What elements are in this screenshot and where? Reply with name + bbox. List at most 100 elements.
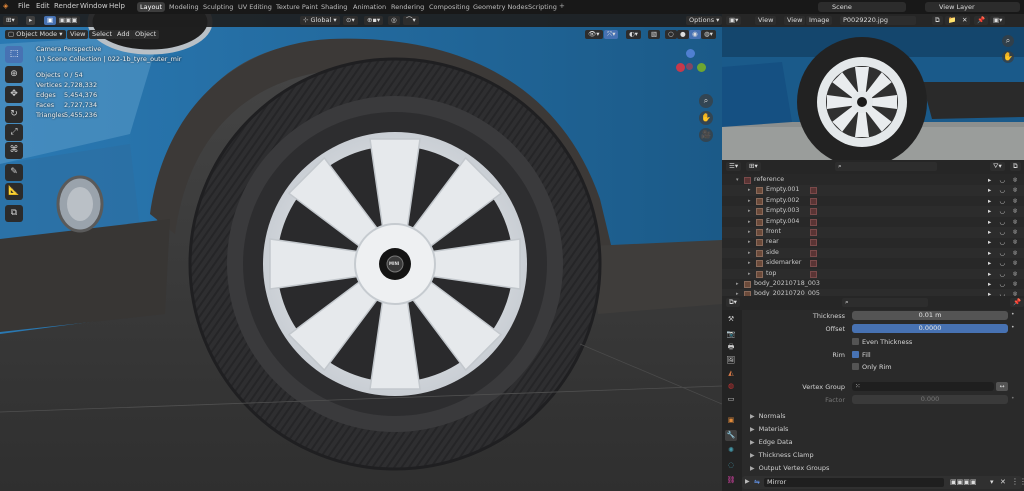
panel-output-vertex-groups[interactable]: ▶ Output Vertex Groups bbox=[750, 464, 829, 472]
scale-tool-icon[interactable]: ⤢ bbox=[5, 124, 23, 141]
editor-type-icon[interactable]: ⊞▾ bbox=[3, 16, 18, 25]
disclosure-arrow-icon[interactable]: ▸ bbox=[748, 217, 751, 228]
visibility-icon[interactable]: 👁▾ bbox=[585, 30, 603, 39]
visibility-toggles-icon[interactable]: ▸ ◡ ⌾ bbox=[988, 196, 1020, 207]
image-menu-view[interactable]: View bbox=[784, 16, 806, 25]
add-workspace-icon[interactable]: + bbox=[559, 2, 565, 10]
outliner-row[interactable]: ▸ body_20210720_005 ▸ ◡ ⌾ bbox=[722, 289, 1024, 296]
annotate-tool-icon[interactable]: ✎ bbox=[5, 164, 23, 181]
constraint-icon[interactable] bbox=[810, 239, 817, 247]
menu-select[interactable]: Select bbox=[89, 30, 116, 39]
outliner-row[interactable]: ▸ Empty.003 ▸ ◡ ⌾ bbox=[722, 206, 1024, 217]
zoom-icon[interactable]: ⌕ bbox=[699, 94, 713, 108]
outliner-row[interactable]: ▸ front ▸ ◡ ⌾ bbox=[722, 227, 1024, 238]
physics-tab-icon[interactable]: ◌ bbox=[725, 460, 737, 471]
vertex-group-field[interactable]: ⁙ bbox=[852, 382, 994, 391]
disclosure-arrow-icon[interactable]: ▸ bbox=[748, 227, 751, 238]
visibility-toggles-icon[interactable]: ▸ ◡ ⌾ bbox=[988, 258, 1020, 269]
keyframe-dot-icon[interactable]: • bbox=[1011, 311, 1015, 318]
image-view-dropdown[interactable]: View bbox=[755, 16, 777, 25]
visibility-toggles-icon[interactable]: ▸ ◡ ⌾ bbox=[988, 237, 1020, 248]
modifier-delete-icon[interactable]: ✕ bbox=[1000, 478, 1006, 486]
orientation-dropdown[interactable]: ⊹ Global ▾ bbox=[300, 16, 340, 25]
particles-tab-icon[interactable]: ✺ bbox=[725, 445, 737, 456]
tab-shading[interactable]: Shading bbox=[318, 2, 350, 12]
image-zoom-icon[interactable]: ⌕ bbox=[1002, 35, 1014, 47]
panel-thickness-clamp[interactable]: ▶ Thickness Clamp bbox=[750, 451, 814, 459]
view-layer-selector[interactable]: View Layer bbox=[925, 2, 1020, 12]
invert-vertex-group-button[interactable]: ↔ bbox=[996, 382, 1008, 391]
constraint-icon[interactable] bbox=[810, 197, 817, 205]
visibility-toggles-icon[interactable]: ▸ ◡ ⌾ bbox=[988, 279, 1020, 290]
collection-tab-icon[interactable]: ▭ bbox=[725, 394, 737, 405]
overlay-toggle-icon[interactable]: ◐▾ bbox=[626, 30, 641, 39]
view-layer-tab-icon[interactable]: 🖼 bbox=[725, 355, 737, 366]
options-dropdown[interactable]: Options ▾ bbox=[686, 16, 723, 25]
factor-field[interactable]: 0.000 bbox=[852, 395, 1008, 404]
properties-search-input[interactable]: ⌕ bbox=[842, 298, 928, 307]
constraint-icon[interactable] bbox=[810, 218, 817, 226]
constraint-icon[interactable] bbox=[810, 229, 817, 236]
outliner-editor-type-icon[interactable]: ☰▾ bbox=[726, 162, 742, 171]
outliner-display-mode-icon[interactable]: ⊞▾ bbox=[746, 162, 761, 171]
constraint-icon[interactable] bbox=[810, 249, 817, 257]
select-box-tool-icon[interactable]: ⬚ bbox=[5, 46, 23, 63]
panel-edge-data[interactable]: ▶ Edge Data bbox=[750, 438, 793, 446]
select-mode-icon[interactable]: ▣ bbox=[44, 16, 57, 25]
disclosure-arrow-icon[interactable]: ▸ bbox=[736, 289, 739, 296]
outliner-row[interactable]: ▸ Empty.004 ▸ ◡ ⌾ bbox=[722, 217, 1024, 228]
move-tool-icon[interactable]: ✥ bbox=[5, 86, 23, 103]
modifier-display-toggles[interactable]: ▣▣▣▣ bbox=[950, 478, 976, 486]
tab-scripting[interactable]: Scripting bbox=[525, 2, 560, 12]
pan-hand-icon[interactable]: ✋ bbox=[699, 111, 713, 125]
tool-tab-icon[interactable]: ⚒ bbox=[725, 314, 737, 325]
xray-toggle-icon[interactable]: ▧ bbox=[648, 30, 661, 39]
outliner-search-input[interactable]: ⌕ bbox=[835, 162, 937, 171]
pivot-dropdown[interactable]: ⊙▾ bbox=[343, 16, 358, 25]
tab-compositing[interactable]: Compositing bbox=[426, 2, 473, 12]
select-tool-icon[interactable]: ▸ bbox=[26, 16, 36, 25]
disclosure-arrow-icon[interactable]: ▸ bbox=[748, 206, 751, 217]
mode-dropdown[interactable]: ▢ Object Mode ▾ bbox=[5, 30, 66, 39]
visibility-toggles-icon[interactable]: ▸ ◡ ⌾ bbox=[988, 289, 1020, 296]
menu-add[interactable]: Add bbox=[114, 30, 133, 39]
offset-slider[interactable]: 0.0000 bbox=[852, 324, 1008, 333]
scene-tab-icon[interactable]: ◭ bbox=[725, 368, 737, 379]
shading-solid-icon[interactable]: ● bbox=[677, 30, 689, 39]
disclosure-arrow-icon[interactable]: ▸ bbox=[748, 185, 751, 196]
image-new-icon[interactable]: ⧉ bbox=[932, 16, 943, 25]
tab-rendering[interactable]: Rendering bbox=[388, 2, 427, 12]
properties-editor-type-icon[interactable]: ⧉▾ bbox=[726, 298, 740, 307]
image-slot-icon[interactable]: ▣▾ bbox=[990, 16, 1006, 25]
only-rim-checkbox[interactable] bbox=[852, 363, 859, 370]
shading-wire-icon[interactable]: ○ bbox=[665, 30, 677, 39]
keyframe-dot-icon[interactable]: • bbox=[1011, 395, 1015, 402]
menu-object[interactable]: Object bbox=[132, 30, 160, 39]
scene-selector[interactable]: Scene bbox=[818, 2, 906, 12]
rotate-tool-icon[interactable]: ↻ bbox=[5, 106, 23, 123]
even-thickness-checkbox[interactable] bbox=[852, 338, 859, 345]
gizmo-y-axis-icon[interactable] bbox=[697, 63, 706, 72]
render-tab-icon[interactable]: 📷 bbox=[725, 329, 737, 340]
proportional-edit-toggle[interactable]: ◎ bbox=[388, 16, 400, 25]
image-editor-type-icon[interactable]: ▣▾ bbox=[726, 16, 742, 25]
3d-viewport[interactable] bbox=[0, 14, 722, 491]
image-pan-icon[interactable]: ✋ bbox=[1002, 51, 1014, 63]
constraint-icon[interactable] bbox=[810, 270, 817, 278]
new-collection-icon[interactable]: ⧉ bbox=[1010, 162, 1021, 171]
outliner-row[interactable]: ▸ Empty.002 ▸ ◡ ⌾ bbox=[722, 196, 1024, 207]
thickness-field[interactable]: 0.01 m bbox=[852, 311, 1008, 320]
constraint-icon[interactable] bbox=[810, 208, 817, 216]
constraint-icon[interactable] bbox=[810, 260, 817, 268]
visibility-toggles-icon[interactable]: ▸ ◡ ⌾ bbox=[988, 206, 1020, 217]
shading-material-icon[interactable]: ◉ bbox=[689, 30, 701, 39]
blender-logo-icon[interactable]: ◈ bbox=[3, 2, 8, 10]
image-pin-icon[interactable]: 📌 bbox=[974, 16, 989, 25]
tab-uv-editing[interactable]: UV Editing bbox=[235, 2, 275, 12]
tab-animation[interactable]: Animation bbox=[350, 2, 389, 12]
modifier-mirror-header[interactable]: ▶ ⇋ Mirror ▣▣▣▣ ▾ ✕ ⋮⋮ bbox=[742, 476, 1024, 489]
keyframe-dot-icon[interactable]: • bbox=[1011, 324, 1015, 331]
outliner-filter-icon[interactable]: ⛛▾ bbox=[990, 162, 1005, 171]
outliner-row[interactable]: ▾ reference ▸ ◡ ⌾ bbox=[722, 175, 1024, 186]
visibility-toggles-icon[interactable]: ▸ ◡ ⌾ bbox=[988, 175, 1020, 186]
